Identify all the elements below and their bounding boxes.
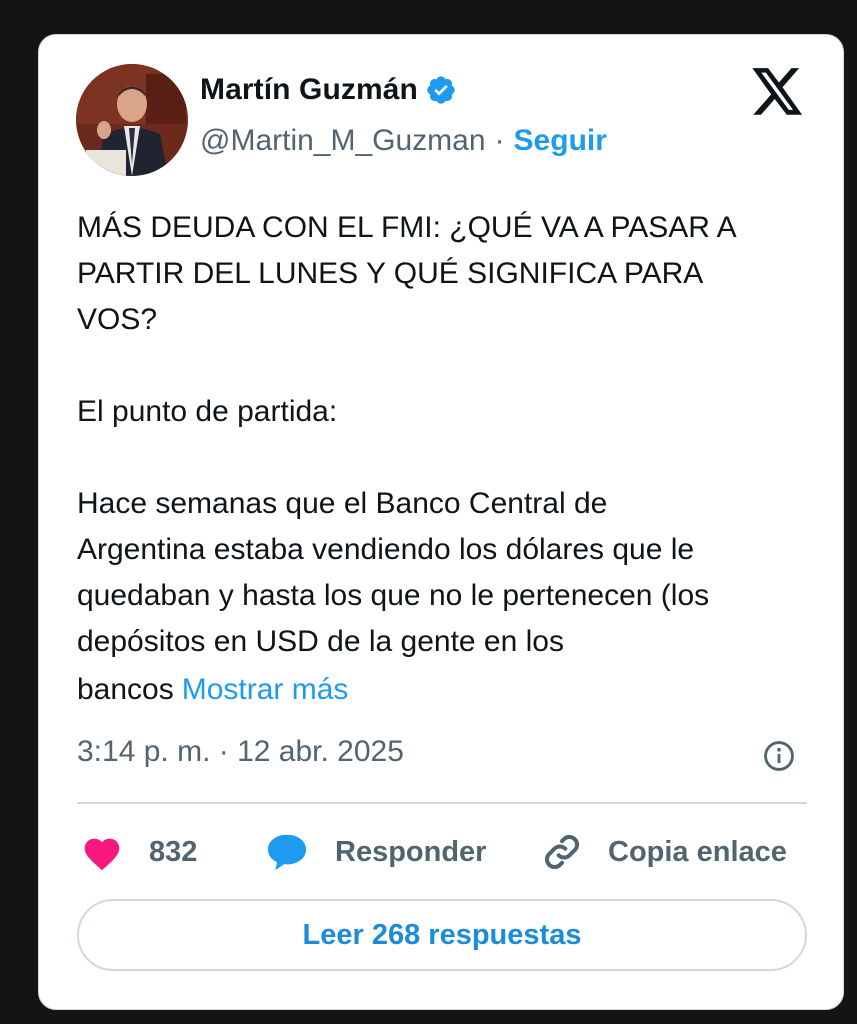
show-more-link[interactable]: Mostrar más [182, 673, 349, 706]
like-count: 832 [149, 835, 198, 868]
divider [77, 802, 807, 804]
read-replies-button[interactable]: Leer 268 respuestas [77, 899, 807, 971]
copy-link-button[interactable]: Copia enlace [540, 830, 787, 874]
separator-dot: · [494, 124, 505, 157]
reply-button[interactable]: Responder [265, 830, 486, 874]
tweet-text: MÁS DEUDA CON EL FMI: ¿QUÉ VA A PASAR A … [77, 211, 737, 658]
author-name[interactable]: Martín Guzmán [200, 73, 418, 107]
link-icon [540, 830, 584, 874]
author-handle[interactable]: @Martin_M_Guzman [200, 124, 486, 158]
speech-bubble-icon [265, 832, 309, 872]
action-bar: 832 Responder Copia enlace [77, 830, 807, 874]
avatar[interactable] [76, 64, 188, 176]
author-name-row: Martín Guzmán [200, 73, 457, 107]
like-button[interactable]: 832 [81, 830, 197, 874]
copy-link-label: Copia enlace [608, 835, 787, 868]
x-logo-icon[interactable] [752, 68, 804, 116]
tweet-card: Martín Guzmán @Martin_M_Guzman · Seguir … [38, 34, 844, 1010]
tweet-text-tail: bancos [77, 673, 174, 706]
follow-button[interactable]: Seguir [514, 124, 607, 158]
tweet-timestamp[interactable]: 3:14 p. m. · 12 abr. 2025 [77, 735, 404, 769]
info-icon[interactable] [762, 739, 796, 773]
verified-badge-icon [425, 74, 457, 106]
heart-icon [81, 833, 123, 871]
tweet-text-tail-row: bancos Mostrar más [77, 667, 348, 713]
reply-label: Responder [335, 835, 487, 868]
handle-row: @Martin_M_Guzman · Seguir [200, 124, 607, 158]
